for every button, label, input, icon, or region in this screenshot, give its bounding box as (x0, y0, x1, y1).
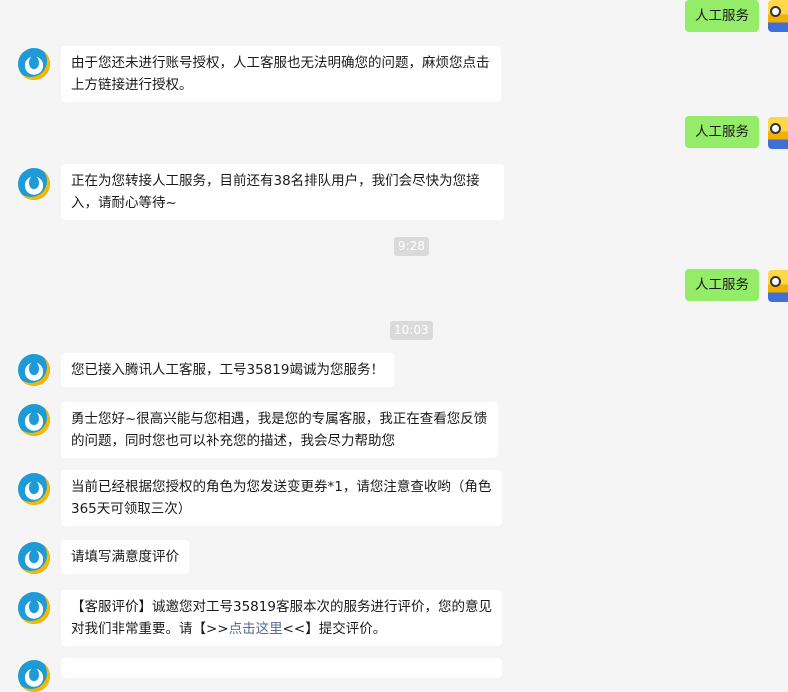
bot-message (61, 658, 502, 678)
bot-avatar[interactable] (18, 473, 50, 505)
bot-avatar[interactable] (18, 168, 50, 200)
bot-avatar[interactable] (18, 660, 50, 692)
user-avatar[interactable] (768, 117, 788, 149)
bot-message: 请填写满意度评价 (61, 540, 189, 574)
user-message: 人工服务 (685, 269, 759, 301)
rating-link[interactable]: 点击这里 (229, 621, 283, 637)
bot-avatar[interactable] (18, 542, 50, 574)
bot-message: 当前已经根据您授权的角色为您发送变更券*1，请您注意查收哟（角色365天可领取三… (61, 470, 502, 526)
user-avatar[interactable] (768, 270, 788, 302)
bot-message: 您已接入腾讯人工客服，工号35819竭诚为您服务！ (61, 353, 394, 387)
user-message: 人工服务 (685, 0, 759, 32)
bot-avatar[interactable] (18, 48, 50, 80)
bot-avatar[interactable] (18, 404, 50, 436)
user-message: 人工服务 (685, 116, 759, 148)
bot-avatar[interactable] (18, 354, 50, 386)
bot-message: 由于您还未进行账号授权，人工客服也无法明确您的问题，麻烦您点击上方链接进行授权。 (61, 46, 501, 102)
bot-message: 勇士您好~很高兴能与您相遇，我是您的专属客服，我正在查看您反馈的问题，同时您也可… (61, 402, 498, 458)
timestamp: 9:28 (394, 237, 429, 256)
user-avatar[interactable] (768, 0, 788, 32)
rating-text-suffix: <<】提交评价。 (282, 621, 387, 637)
bot-message: 正在为您转接人工服务，目前还有38名排队用户，我们会尽快为您接入，请耐心等待~ (61, 164, 504, 220)
bot-message: 【客服评价】诚邀您对工号35819客服本次的服务进行评价，您的意见对我们非常重要… (61, 590, 502, 646)
bot-avatar[interactable] (18, 592, 50, 624)
timestamp: 10:03 (390, 321, 433, 340)
